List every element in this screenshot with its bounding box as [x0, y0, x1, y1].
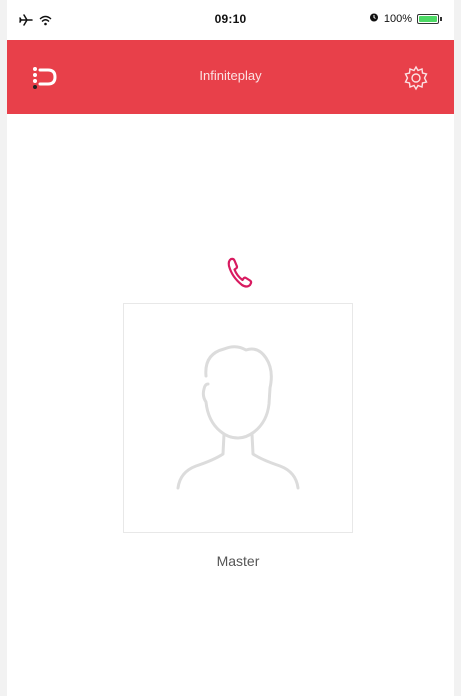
nav-title: Infiniteplay — [199, 68, 262, 83]
battery-icon — [417, 13, 439, 24]
status-bar: 09:10 100% — [7, 0, 454, 40]
phone-icon[interactable] — [225, 255, 255, 291]
battery-tip — [440, 16, 442, 21]
battery-level — [419, 15, 437, 22]
contact-name: Master — [216, 553, 260, 569]
status-right-icons: 100% — [369, 12, 442, 25]
gear-icon[interactable] — [402, 64, 430, 92]
nav-bar: Infiniteplay — [7, 40, 454, 114]
contact-avatar — [123, 303, 353, 533]
alarm-icon — [369, 12, 379, 25]
battery-percentage: 100% — [383, 12, 412, 25]
avatar-placeholder-icon — [176, 345, 300, 490]
screen: 09:10 100% Infiniteplay Master — [7, 0, 454, 696]
